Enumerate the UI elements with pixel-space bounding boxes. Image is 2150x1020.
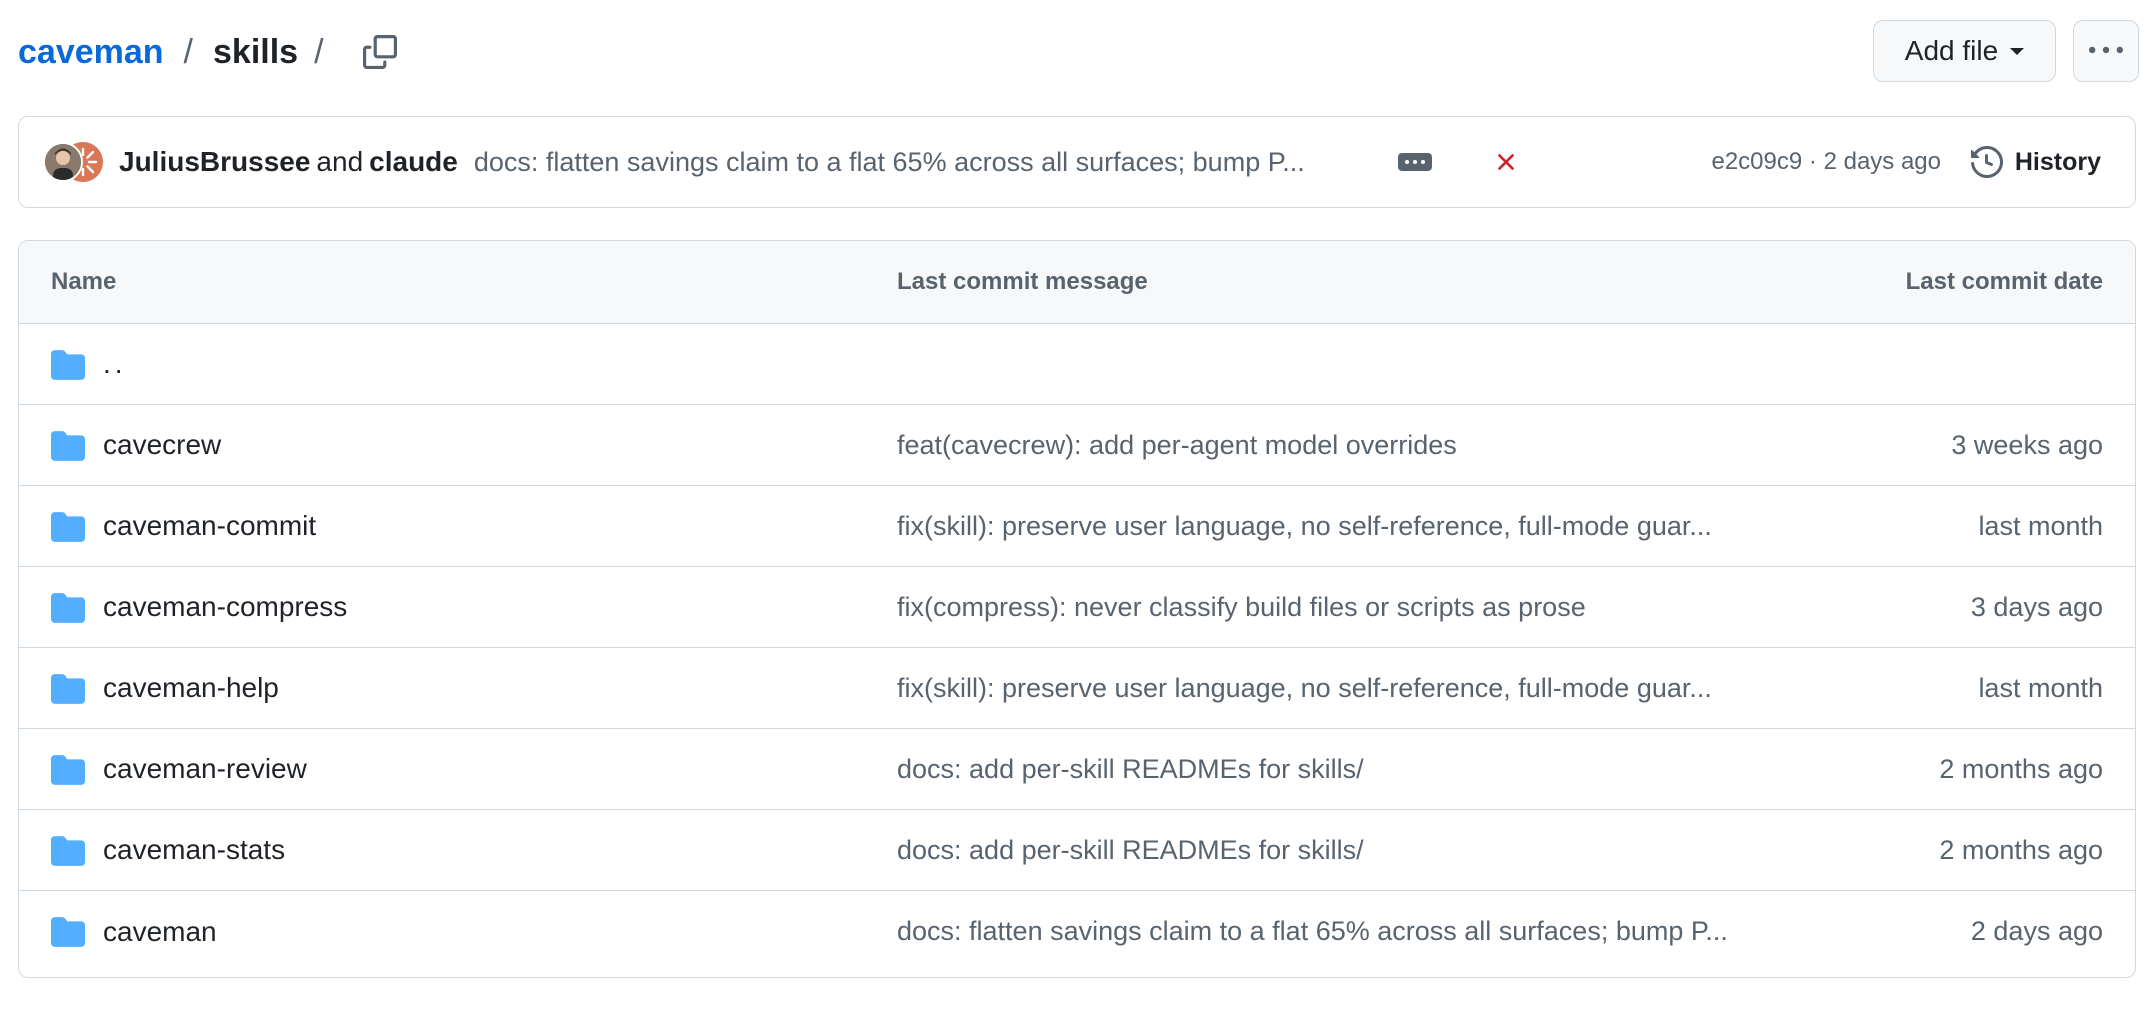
row-commit-message-link[interactable]: fix(skill): preserve user language, no s… <box>897 673 1797 704</box>
folder-icon <box>51 917 85 947</box>
row-commit-message-link[interactable]: fix(skill): preserve user language, no s… <box>897 511 1797 542</box>
commit-message-link[interactable]: docs: flatten savings claim to a flat 65… <box>474 147 1374 178</box>
add-file-label: Add file <box>1904 35 1999 66</box>
history-button[interactable]: History <box>1970 146 2101 178</box>
folder-icon <box>51 593 85 623</box>
folder-icon <box>51 350 85 380</box>
parent-directory-link[interactable]: .. <box>103 348 127 380</box>
row-commit-date: 2 days ago <box>1970 916 2103 946</box>
row-commit-message-link[interactable]: feat(cavecrew): add per-agent model over… <box>897 430 1797 461</box>
column-header-date: Last commit date <box>1905 268 2103 295</box>
directory-name-link[interactable]: caveman-compress <box>103 591 347 623</box>
breadcrumb: caveman / skills / <box>18 18 400 86</box>
row-commit-date: 3 weeks ago <box>1951 429 2103 460</box>
commit-author-avatars <box>43 142 105 182</box>
folder-icon <box>51 836 85 866</box>
row-commit-date: last month <box>1978 672 2103 703</box>
add-file-button[interactable]: Add file <box>1873 20 2056 82</box>
meta-separator: · <box>1808 148 1817 175</box>
folder-icon <box>51 512 85 542</box>
row-commit-date: 2 months ago <box>1939 834 2103 865</box>
more-options-button[interactable] <box>2073 20 2139 82</box>
directory-name-link[interactable]: caveman-review <box>103 753 307 785</box>
row-commit-message-link[interactable]: docs: add per-skill READMEs for skills/ <box>897 835 1797 866</box>
row-commit-date: last month <box>1978 510 2103 541</box>
directory-name-link[interactable]: caveman-help <box>103 672 279 704</box>
commit-time: 2 days ago <box>1823 148 1941 175</box>
repo-directory-page: caveman / skills / Add file JuliusBrusse… <box>0 0 2150 1020</box>
table-row[interactable]: cavecrew feat(cavecrew): add per-agent mo… <box>19 405 2135 486</box>
directory-name-link[interactable]: caveman-stats <box>103 834 285 866</box>
user-avatar-icon <box>45 144 81 180</box>
breadcrumb-repo-link[interactable]: caveman <box>18 33 164 72</box>
folder-icon <box>51 431 85 461</box>
column-header-name: Name <box>51 268 117 295</box>
copy-icon <box>362 35 397 69</box>
table-row[interactable]: caveman docs: flatten savings claim to a … <box>19 891 2135 972</box>
column-header-message: Last commit message <box>897 268 1148 295</box>
table-row[interactable]: caveman-commit fix(skill): preserve user … <box>19 486 2135 567</box>
avatar-juliusbrussee[interactable] <box>43 142 83 182</box>
parent-directory-row[interactable]: .. <box>19 324 2135 405</box>
directory-name-link[interactable]: caveman <box>103 916 217 948</box>
row-commit-date: 3 days ago <box>1970 591 2103 622</box>
latest-commit-bar: JuliusBrussee and claude docs: flatten sav… <box>18 116 2136 208</box>
table-row[interactable]: caveman-stats docs: add per-skill READMEs… <box>19 810 2135 891</box>
directory-name-link[interactable]: caveman-commit <box>103 510 316 542</box>
table-row[interactable]: caveman-review docs: add per-skill README… <box>19 729 2135 810</box>
folder-icon <box>51 755 85 785</box>
table-row[interactable]: caveman-help fix(skill): preserve user la… <box>19 648 2135 729</box>
commit-meta: e2c09c9 · 2 days ago <box>1711 148 1941 176</box>
table-row[interactable]: caveman-compress fix(compress): never cla… <box>19 567 2135 648</box>
expand-commit-message-button[interactable] <box>1397 153 1432 171</box>
check-failure-icon[interactable] <box>1492 148 1520 176</box>
commit-hash-link[interactable]: e2c09c9 <box>1711 148 1802 175</box>
author-conjunction: and <box>316 146 364 177</box>
file-rows: cavecrew feat(cavecrew): add per-agent mo… <box>19 405 2135 972</box>
table-header: Name Last commit message Last commit dat… <box>19 241 2135 324</box>
row-commit-message-link[interactable]: docs: add per-skill READMEs for skills/ <box>897 754 1797 785</box>
breadcrumb-trailing-separator: / <box>314 32 324 71</box>
copy-path-button[interactable] <box>360 32 400 72</box>
history-icon <box>1970 146 2003 178</box>
author-link-juliusbrussee[interactable]: JuliusBrussee <box>119 146 310 177</box>
commit-authors: JuliusBrussee and claude <box>119 146 458 178</box>
directory-name-link[interactable]: cavecrew <box>103 429 221 461</box>
triangle-down-icon <box>2010 47 2025 55</box>
breadcrumb-current-directory: skills <box>213 32 299 71</box>
folder-icon <box>51 674 85 704</box>
row-commit-date: 2 months ago <box>1939 753 2103 784</box>
file-table: Name Last commit message Last commit dat… <box>18 240 2136 978</box>
breadcrumb-separator: / <box>183 32 193 71</box>
row-commit-message-link[interactable]: docs: flatten savings claim to a flat 65… <box>897 916 1797 947</box>
kebab-horizontal-icon <box>2089 46 2123 54</box>
row-commit-message-link[interactable]: fix(compress): never classify build file… <box>897 592 1797 623</box>
author-link-claude[interactable]: claude <box>369 146 458 177</box>
history-label: History <box>2014 147 2101 176</box>
